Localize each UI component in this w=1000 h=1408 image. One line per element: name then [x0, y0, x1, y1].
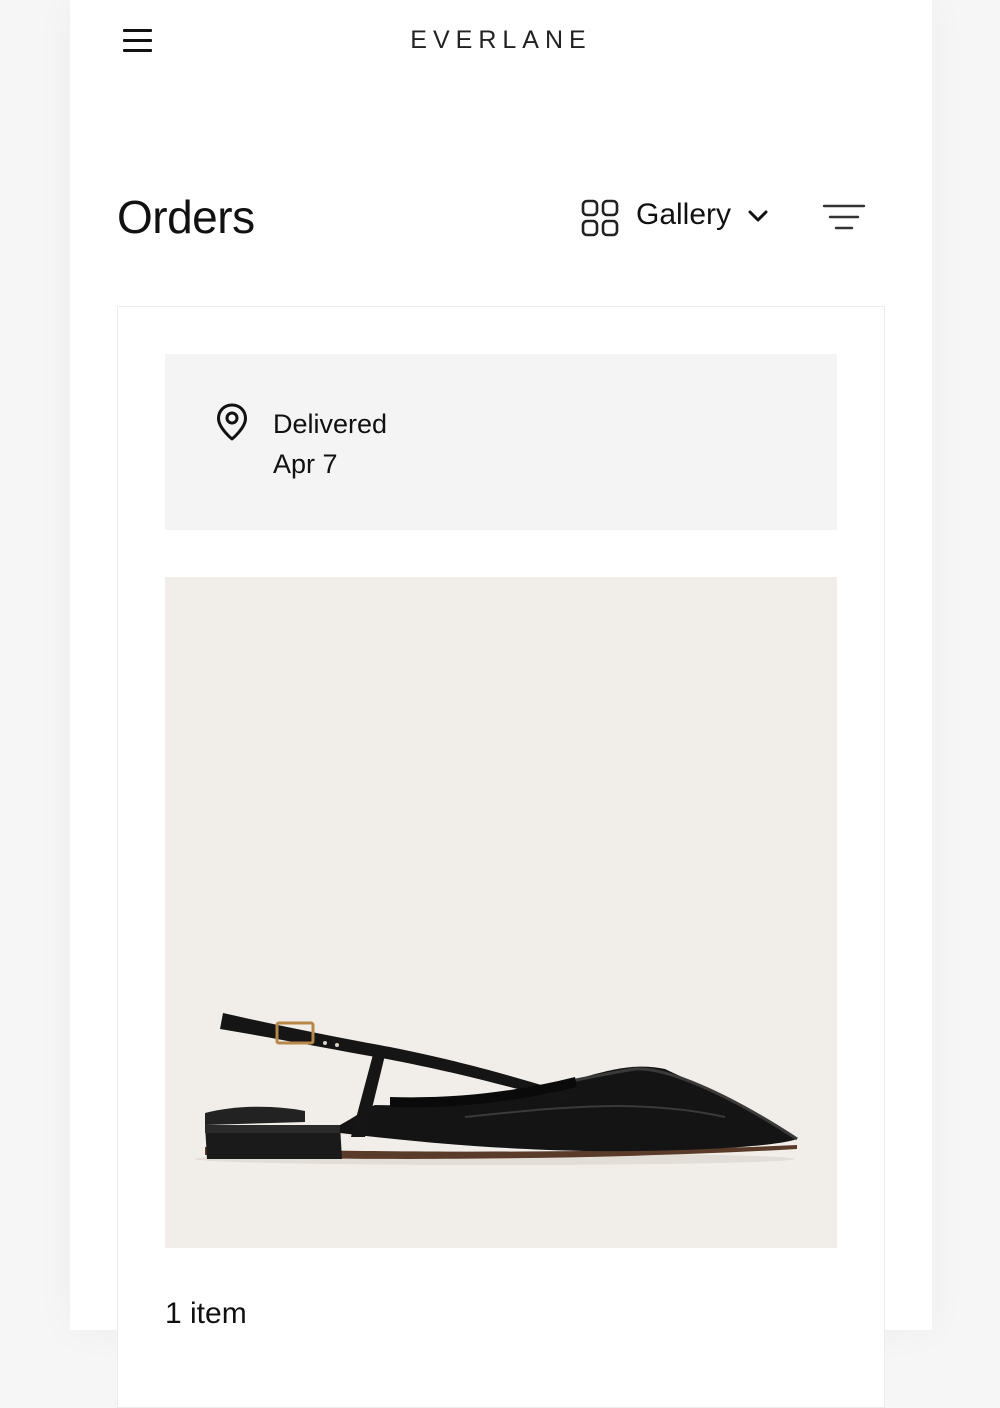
orders-title-row: Orders Gallery [70, 180, 932, 260]
chevron-down-icon [748, 210, 768, 222]
delivery-date: Apr 7 [273, 449, 338, 479]
grid-view-icon [581, 199, 619, 237]
order-card[interactable]: Delivered Apr 7 1 item [117, 306, 885, 1408]
brand-logo[interactable]: EVERLANE [70, 26, 932, 55]
delivery-status-label: Delivered [273, 409, 388, 439]
item-count: 1 item [165, 1297, 247, 1330]
page-title: Orders [117, 191, 255, 243]
black-slingback-flat-shoe [195, 1013, 798, 1165]
product-image[interactable] [165, 577, 837, 1248]
view-selector-dropdown[interactable]: Gallery [580, 196, 770, 240]
app-header: EVERLANE [70, 0, 932, 82]
filter-icon[interactable] [822, 200, 866, 236]
page: EVERLANE Orders Gallery Delivered Apr 7 … [70, 0, 932, 1408]
delivery-status-text: Delivered Apr 7 [273, 404, 387, 484]
delivery-status-box: Delivered Apr 7 [165, 354, 837, 530]
view-selector-label: Gallery [636, 198, 732, 231]
location-pin-icon [217, 403, 247, 441]
